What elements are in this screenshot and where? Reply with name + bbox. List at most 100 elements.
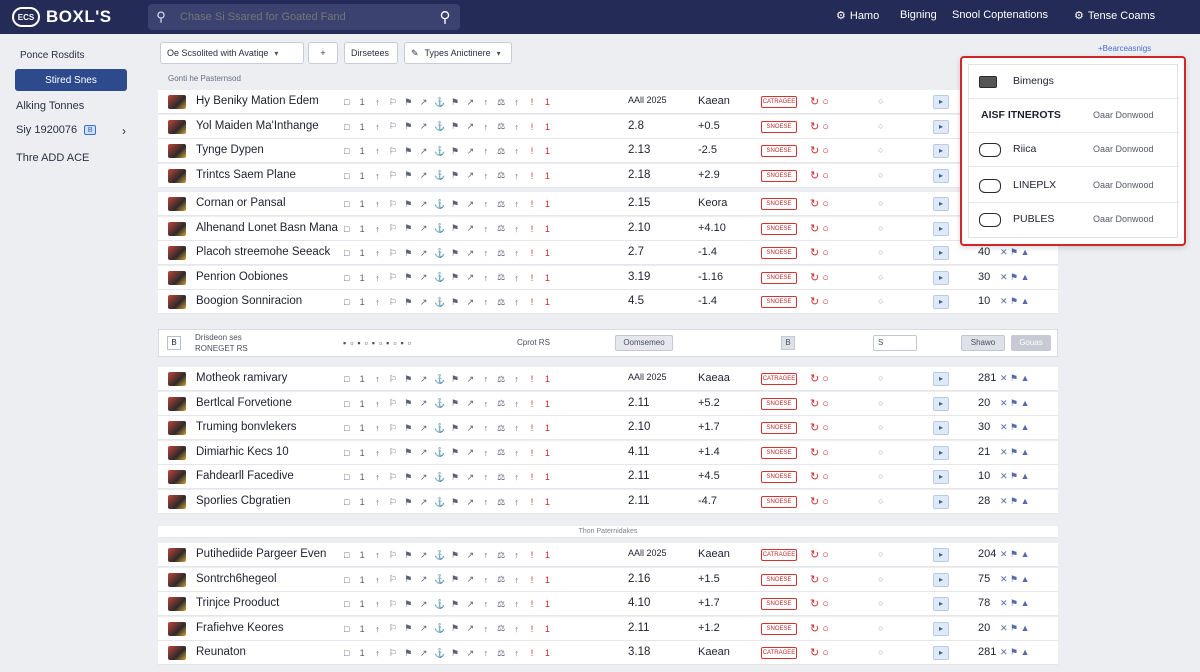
row-action-icons[interactable]: □ 1 ↑ ⚐ ⚑ ↗ ⚓ ⚑ ↗ ↑ ⚖ ↑! 1 [342,471,552,483]
row-action-icon[interactable]: ↗ [466,550,475,561]
row-action-icon[interactable]: 1 [357,297,366,307]
row-action-icon[interactable]: 1 [357,248,366,258]
row-action-icon[interactable]: ↑ [373,248,382,258]
row-action-icon[interactable]: ↗ [466,623,475,634]
row-action-icon[interactable]: 1 [357,624,366,634]
nav-coptenations[interactable]: Snool Coptenations [952,9,1048,21]
row-action-icons[interactable]: □ 1 ↑ ⚐ ⚑ ↗ ⚓ ⚑ ↗ ↑ ⚖ ↑! 1 [342,549,552,561]
row-action-icon[interactable]: ⚓ [434,497,445,508]
table-row[interactable]: Boogion Sonniracion □ 1 ↑ ⚐ ⚑ ↗ ⚓ ⚑ ↗ ↑ ⚖ ↑! 1 4.5 -1.4… [158,290,1058,315]
refresh-icon[interactable]: ↻ ○ [810,372,829,385]
row-action-icon[interactable]: ! [527,575,536,585]
row-action-icon[interactable]: ! [527,224,536,234]
row-action-icon[interactable]: ↗ [466,97,475,108]
table-row[interactable]: Cornan or Pansal □ 1 ↑ ⚐ ⚑ ↗ ⚓ ⚑ ↗ ↑ ⚖ ↑! 1 2.15 Keora S… [158,192,1058,216]
row-action-icon[interactable]: ! [527,146,536,156]
row-action-icon[interactable]: ↑ [512,423,521,433]
expand-button[interactable]: ▸ [933,646,949,661]
row-action-icon[interactable]: □ [342,146,351,156]
row-status-tag[interactable]: SNOESE [761,598,797,611]
table-row[interactable]: Trinjce Prooduct □ 1 ↑ ⚐ ⚑ ↗ ⚓ ⚑ ↗ ↑ ⚖ ↑! 1 4.10 +1.7 SN… [158,592,1058,617]
row-action-icon[interactable]: ↗ [419,374,428,385]
row-action-icon[interactable]: ↑ [373,497,382,507]
table-row[interactable]: Tynge Dypen □ 1 ↑ ⚐ ⚑ ↗ ⚓ ⚑ ↗ ↑ ⚖ ↑! 1 2.13 -2.5 SNOESE ↻… [158,139,1058,164]
row-action-icon[interactable]: ⚐ [388,599,397,610]
row-name[interactable]: Bertlcal Forvetione [196,397,346,409]
row-action-icon[interactable]: 1 [357,146,366,156]
row-status-tag[interactable]: SNOESE [761,222,797,235]
row-action-icon[interactable]: ↑ [512,171,521,181]
row-action-icon[interactable]: ! [527,648,536,658]
row-action-icon[interactable]: ⚓ [434,97,445,108]
row-action-icon[interactable]: ↑ [481,423,490,433]
row-action-icon[interactable]: ! [527,374,536,384]
row-action-icon[interactable]: ⚓ [434,648,445,659]
row-action-icon[interactable]: ↗ [419,272,428,283]
row-action-icon[interactable]: ↗ [419,497,428,508]
row-action-icon[interactable]: ⚓ [434,223,445,234]
row-action-icon[interactable]: ⚖ [497,374,506,385]
sidebar-item-thre[interactable]: Thre ADD ACE [16,152,89,164]
row-action-icon[interactable]: ⚑ [404,374,413,385]
row-action-icon[interactable]: ↗ [419,550,428,561]
row-action-icon[interactable]: ↗ [419,472,428,483]
row-action-icon[interactable]: ⚑ [404,599,413,610]
row-action-icon[interactable]: ↑ [481,374,490,384]
row-action-icon[interactable]: ↑ [512,374,521,384]
row-action-icon[interactable]: ↑ [373,448,382,458]
popup-item[interactable]: LINEPLX Oaar Donwood [969,169,1179,203]
refresh-icon[interactable]: ↻ ○ [810,597,829,610]
row-action-icon[interactable]: ↗ [466,248,475,259]
row-action-icon[interactable]: □ [342,648,351,658]
row-action-icon[interactable]: ↗ [419,121,428,132]
nav-team[interactable]: ⚙ Tense Coams [1074,9,1155,23]
row-symbols[interactable]: ✕ ⚑ ▲ [1000,471,1030,482]
refresh-icon[interactable]: ↻ ○ [810,470,829,483]
row-symbols[interactable]: ✕ ⚑ ▲ [1000,296,1030,307]
row-action-icon[interactable]: ! [527,624,536,634]
row-symbols[interactable]: ✕ ⚑ ▲ [1000,574,1030,585]
row-name[interactable]: Trintcs Saem Plane [196,169,346,181]
row-action-icon[interactable]: ⚓ [434,398,445,409]
expand-button[interactable]: ▸ [933,119,949,134]
row-action-icon[interactable]: ↑ [373,399,382,409]
pager-page-icons[interactable]: ▪▫▪▫▪▫▪▫▪▫ [343,338,415,348]
chevron-right-icon[interactable]: › [122,124,126,138]
row-action-icon[interactable]: ⚖ [497,648,506,659]
row-action-icon[interactable]: ! [527,273,536,283]
row-action-icon[interactable]: 1 [543,248,552,258]
expand-button[interactable]: ▸ [933,396,949,411]
row-action-icon[interactable]: □ [342,97,351,107]
expand-button[interactable]: ▸ [933,95,949,109]
row-action-icon[interactable]: ⚐ [388,447,397,458]
row-status-tag[interactable]: SNOESE [761,397,797,410]
row-action-icon[interactable]: 1 [357,472,366,482]
row-action-icon[interactable]: ⚑ [404,497,413,508]
row-action-icons[interactable]: □ 1 ↑ ⚐ ⚑ ↗ ⚓ ⚑ ↗ ↑ ⚖ ↑! 1 [342,170,552,182]
row-action-icon[interactable]: 1 [543,122,552,132]
row-name[interactable]: Yol Maiden Ma'Inthange [196,120,346,132]
table-row[interactable]: Alhenand Lonet Basn Mana □ 1 ↑ ⚐ ⚑ ↗ ⚓ ⚑ ↗ ↑ ⚖ ↑! 1 2.… [158,216,1058,241]
row-action-icon[interactable]: ⚐ [388,199,397,210]
row-action-icon[interactable]: ↑ [512,399,521,409]
table-row[interactable]: Sontrch6hegeol □ 1 ↑ ⚐ ⚑ ↗ ⚓ ⚑ ↗ ↑ ⚖ ↑! 1 2.16 +1.5 SNOE… [158,567,1058,592]
row-action-icon[interactable]: ! [527,423,536,433]
row-status-tag[interactable]: SNOESE [761,471,797,484]
row-action-icon[interactable]: ↗ [466,398,475,409]
row-action-icon[interactable]: ⚖ [497,146,506,157]
nav-home[interactable]: ⚙ Hamo [836,9,879,23]
row-action-icon[interactable]: □ [342,624,351,634]
row-action-icons[interactable]: □ 1 ↑ ⚐ ⚑ ↗ ⚓ ⚑ ↗ ↑ ⚖ ↑! 1 [342,198,552,210]
row-action-icon[interactable]: ⚑ [450,223,459,234]
row-action-icon[interactable]: ↗ [466,599,475,610]
row-action-icon[interactable]: ↑ [512,297,521,307]
row-action-icon[interactable]: ↑ [373,648,382,658]
sidebar-item-siy[interactable]: Siy 1920076 B [16,124,97,136]
row-action-icon[interactable]: ⚑ [404,423,413,434]
row-action-icon[interactable]: ↗ [466,297,475,308]
row-name[interactable]: Hy Beniky Mation Edem [196,95,346,107]
row-name[interactable]: Putihediide Pargeer Even [196,548,346,560]
row-status-tag[interactable]: SNOESE [761,271,797,284]
row-action-icons[interactable]: □ 1 ↑ ⚐ ⚑ ↗ ⚓ ⚑ ↗ ↑ ⚖ ↑! 1 [342,598,552,610]
row-action-icon[interactable]: ↗ [466,223,475,234]
